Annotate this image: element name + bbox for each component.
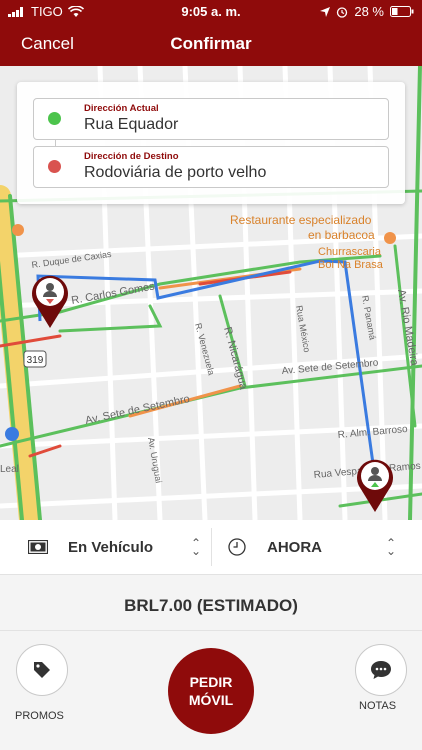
pedir-label-line2: MÓVIL [188,692,234,708]
map-street-label: R. Panamá [360,295,378,341]
battery-icon [390,6,414,17]
map-poi-label: Restaurante especializado [230,213,372,227]
origin-pin[interactable] [32,275,68,328]
current-address-label: Dirección Actual [84,103,159,114]
chevron-updown-icon: ⌃ ⌄ [191,536,202,558]
location-arrow-icon [320,6,331,17]
map-street-label: Leal [0,464,19,475]
time-selector[interactable]: AHORA ⌃ ⌄ [228,520,408,574]
notas-button[interactable] [355,644,407,696]
current-address-field[interactable]: Dirección Actual Rua Equador [33,98,389,140]
promos-label: PROMOS [15,710,64,722]
nav-bar: Cancel Confirmar [0,22,422,66]
pedir-movil-button[interactable]: PEDIR MÓVIL [168,648,254,734]
map-poi-label: Boi Na Brasa [318,259,384,271]
options-row: En Vehículo ⌃ ⌄ AHORA ⌃ ⌄ [0,520,422,575]
map-poi-label: en barbacoa [308,228,375,242]
highway-shield: 319 [23,350,47,368]
highway-label: 319 [27,355,44,366]
payment-selector[interactable]: En Vehículo ⌃ ⌄ [28,520,208,574]
chevron-updown-icon: ⌃ ⌄ [386,536,397,558]
destination-address-value: Rodoviária de porto velho [84,164,267,181]
cash-icon [28,540,48,554]
person-pin-icon [46,283,54,291]
notas-label: NOTAS [359,700,397,712]
address-card: Dirección Actual Rua Equador Dirección d… [17,82,405,204]
page-title: Confirmar [170,34,252,53]
map-street-label: Av. Uruguai [146,437,164,484]
options-divider [211,528,212,566]
pedir-label-line1: PEDIR [189,674,233,690]
map-view[interactable]: 319 Restaurante especializado en barbaco… [0,66,422,520]
clock-icon [228,538,246,556]
estimated-price: BRL7.00 (ESTIMADO) [124,596,298,615]
tag-icon [34,662,50,678]
current-address-value: Rua Equador [84,116,179,133]
status-bar: TIGO 9:05 a. m. 28 % [0,0,422,22]
panel-separator [0,630,422,631]
alarm-icon [337,6,348,18]
place-poi-icon[interactable] [5,427,19,441]
destination-address-label: Dirección de Destino [84,151,179,162]
map-street-label: R. Nicarágua [221,326,249,392]
map-street-label: R. Alm. Barroso [337,424,408,441]
promos-button[interactable] [16,644,68,696]
person-pin-icon [371,467,379,475]
origin-dot-icon [48,112,61,125]
restaurant-poi-icon[interactable] [12,224,24,236]
time-value: AHORA [267,538,322,556]
destination-dot-icon [48,160,61,173]
trip-panel: En Vehículo ⌃ ⌄ AHORA ⌃ ⌄ BRL7.00 (ESTIMAD… [0,520,422,750]
map-street-label: Av. Sete de Setembro [84,393,191,427]
battery-percent: 28 % [354,4,384,19]
map-poi-label: Churrascaria [318,246,382,258]
chat-icon [371,661,391,679]
restaurant-poi-icon[interactable] [384,232,396,244]
payment-value: En Vehículo [68,538,154,556]
destination-address-field[interactable]: Dirección de Destino Rodoviária de porto… [33,146,389,188]
